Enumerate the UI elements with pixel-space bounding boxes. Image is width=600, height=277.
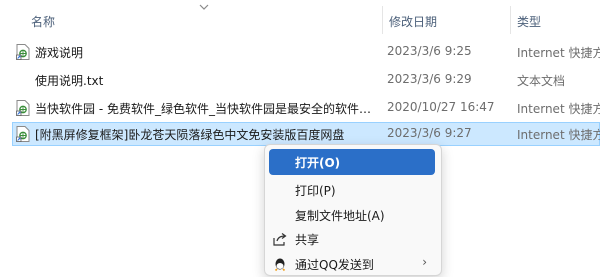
menu-item-print[interactable]: 打印(P)	[269, 177, 435, 203]
file-date: 2020/10/27 16:47	[387, 100, 495, 114]
file-date: 2023/3/6 9:27	[387, 126, 472, 140]
context-menu: 打开(O) 打印(P) 复制文件地址(A) 共享 通过QQ发送到 ›	[264, 144, 442, 276]
sort-chevron-icon[interactable]	[199, 4, 209, 10]
column-divider[interactable]	[382, 6, 383, 34]
file-date: 2023/3/6 9:25	[387, 44, 472, 58]
file-name: 当快软件园 - 免费软件_绿色软件_当快软件园是最安全的软件官方下载...	[35, 102, 380, 116]
menu-item-label: 打开(O)	[295, 156, 341, 170]
file-row[interactable]: 游戏说明 2023/3/6 9:25 Internet 快捷方式	[12, 40, 600, 64]
file-name: 使用说明.txt	[35, 74, 104, 88]
internet-shortcut-icon	[16, 126, 30, 142]
column-header-bar: 名称 修改日期 类型	[0, 0, 600, 34]
file-type: Internet 快捷方式	[517, 46, 600, 60]
menu-item-label: 共享	[295, 233, 320, 247]
menu-item-label: 复制文件地址(A)	[295, 209, 385, 223]
file-type: 文本文档	[517, 74, 566, 88]
menu-item-open[interactable]: 打开(O)	[269, 149, 435, 175]
file-row[interactable]: 使用说明.txt 2023/3/6 9:29 文本文档	[12, 68, 600, 92]
submenu-arrow-icon: ›	[422, 255, 427, 269]
menu-item-send-via-qq[interactable]: 通过QQ发送到 ›	[269, 251, 435, 277]
file-type: Internet 快捷方式	[517, 128, 600, 142]
file-date: 2023/3/6 9:29	[387, 72, 472, 86]
internet-shortcut-icon	[16, 100, 30, 116]
qq-icon	[274, 258, 286, 272]
column-header-date[interactable]: 修改日期	[389, 13, 437, 30]
internet-shortcut-icon	[16, 44, 30, 60]
file-type: Internet 快捷方式	[517, 102, 600, 116]
column-divider[interactable]	[510, 6, 511, 34]
file-row[interactable]: 当快软件园 - 免费软件_绿色软件_当快软件园是最安全的软件官方下载... 20…	[12, 96, 600, 120]
share-icon	[273, 233, 287, 246]
menu-item-share[interactable]: 共享	[269, 226, 435, 252]
menu-item-copy-path[interactable]: 复制文件地址(A)	[269, 202, 435, 228]
file-row-selected[interactable]: [附黑屏修复框架]卧龙苍天陨落绿色中文免安装版百度网盘 2023/3/6 9:2…	[12, 122, 600, 146]
column-header-type[interactable]: 类型	[517, 13, 541, 30]
file-name: [附黑屏修复框架]卧龙苍天陨落绿色中文免安装版百度网盘	[35, 128, 345, 142]
column-header-name[interactable]: 名称	[31, 13, 55, 30]
menu-item-label: 打印(P)	[295, 184, 336, 198]
file-name: 游戏说明	[35, 46, 84, 60]
